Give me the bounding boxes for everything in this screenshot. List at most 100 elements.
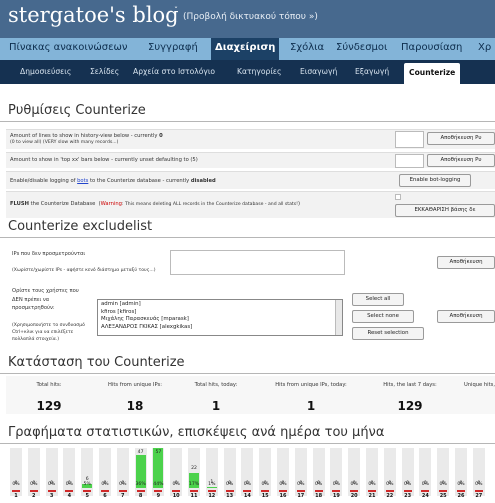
chevron-down-icon[interactable]: ˇ bbox=[174, 6, 178, 15]
day-tick-label: 4 bbox=[67, 493, 72, 499]
excluded-ips-textarea[interactable] bbox=[170, 250, 345, 275]
bar-column bbox=[383, 448, 396, 496]
bar-marker bbox=[403, 490, 412, 492]
stat-label: Unique hits, bbox=[463, 382, 495, 388]
menu-comments[interactable]: Σχόλια bbox=[290, 42, 324, 53]
day-tick-label: 18 bbox=[315, 493, 323, 499]
submenu-posts[interactable]: Δημοσιεύσεις bbox=[20, 67, 71, 76]
bar-percent-label: 0% bbox=[421, 482, 430, 487]
bar-value-label: 57 bbox=[155, 450, 162, 455]
stat-value: 1 bbox=[306, 399, 316, 413]
menu-more[interactable]: Χρ bbox=[478, 42, 491, 53]
save-users-button[interactable]: Αποθήκευση bbox=[437, 310, 495, 323]
menu-presentation[interactable]: Παρουσίαση bbox=[401, 42, 462, 53]
bots-link[interactable]: bots bbox=[77, 178, 88, 184]
list-item[interactable]: kfiros [kfiros] bbox=[101, 309, 339, 317]
bar-percent-label: 0% bbox=[439, 482, 447, 487]
bar-value-label: 22 bbox=[191, 466, 197, 471]
bar-marker bbox=[47, 490, 56, 492]
bar-marker bbox=[190, 490, 198, 492]
submenu-counterize[interactable]: Counterize bbox=[404, 63, 461, 84]
bar-column bbox=[45, 448, 58, 496]
enable-bot-logging-button[interactable]: Enable bot-logging bbox=[399, 174, 471, 187]
list-item[interactable]: admin [admin] bbox=[101, 301, 339, 309]
bar-marker bbox=[101, 490, 109, 492]
submenu-categories[interactable]: Κατηγορίες bbox=[237, 67, 281, 76]
submenu-pages[interactable]: Σελίδες bbox=[90, 67, 119, 76]
bar-percent-label: 17% bbox=[188, 482, 200, 487]
stat-value: 129 bbox=[36, 399, 62, 413]
flush-database-button[interactable]: ΕΚΚΑΘΑΡΙΣΗ βάσης δε bbox=[395, 204, 495, 217]
graphs-heading: Γραφήματα στατιστικών, επισκέψεις ανά ημ… bbox=[8, 425, 385, 440]
bar-marker bbox=[314, 490, 323, 492]
day-tick-label: 14 bbox=[243, 493, 251, 499]
bar-marker bbox=[332, 490, 341, 492]
history-lines-hint: (0 to view all) (VERY slow with many rec… bbox=[10, 140, 119, 145]
bar-column bbox=[401, 448, 414, 496]
bar-column bbox=[170, 448, 183, 496]
day-tick-label: 8 bbox=[138, 493, 143, 499]
save-history-button[interactable]: Αποθήκευση Ρυ bbox=[427, 132, 495, 145]
bar-marker bbox=[172, 490, 181, 492]
bar-percent-label: 0% bbox=[350, 482, 358, 487]
bar-marker bbox=[261, 490, 270, 492]
day-tick-label: 7 bbox=[121, 493, 125, 499]
excludelist-heading: Counterize excludelist bbox=[8, 219, 153, 234]
day-tick-label: 16 bbox=[279, 493, 287, 499]
day-tick-label: 9 bbox=[156, 493, 161, 499]
reset-selection-button[interactable]: Reset selection bbox=[352, 327, 424, 340]
bar-column bbox=[312, 448, 325, 496]
bar-percent-label: 0% bbox=[403, 482, 412, 487]
bar-marker bbox=[296, 490, 305, 492]
bar-percent-label: 44% bbox=[153, 482, 164, 487]
blog-title[interactable]: stergatoe's blog bbox=[8, 3, 179, 27]
flush-confirm-checkbox[interactable] bbox=[395, 194, 401, 200]
excluded-ips-hint: (Χωρίστε/χωρίστε IPs - αφήστε κενό διάστ… bbox=[12, 268, 156, 273]
divider bbox=[0, 121, 495, 122]
list-item[interactable]: Μιχάλης Παρασκευάς [mparask] bbox=[101, 316, 339, 324]
select-none-button[interactable]: Select none bbox=[352, 310, 414, 323]
submenu-import[interactable]: Εισαγωγή bbox=[300, 67, 337, 76]
day-tick-label: 23 bbox=[404, 493, 412, 499]
day-tick-label: 24 bbox=[421, 493, 429, 499]
day-tick-label: 5 bbox=[85, 493, 89, 499]
bar-marker bbox=[118, 490, 127, 492]
bar-percent-label: 5% bbox=[83, 482, 91, 487]
scrollbar[interactable] bbox=[335, 300, 342, 335]
bar-marker bbox=[65, 490, 74, 492]
topxx-input[interactable] bbox=[395, 154, 424, 168]
stat-value: 18 bbox=[126, 399, 144, 413]
menu-dashboard[interactable]: Πίνακας ανακοινώσεων bbox=[9, 42, 127, 53]
users-select[interactable]: admin [admin] kfiros [kfiros] Μιχάλης Πα… bbox=[97, 299, 343, 336]
bar-column bbox=[330, 448, 343, 496]
day-tick-label: 15 bbox=[261, 493, 269, 499]
save-topxx-button[interactable]: Αποθήκευση Ρυ bbox=[427, 154, 495, 167]
bar-column bbox=[259, 448, 272, 496]
view-site-link[interactable]: (Προβολή δικτυακού τόπου ») bbox=[183, 12, 318, 22]
bar-percent-label: 0% bbox=[30, 482, 38, 487]
bar bbox=[206, 487, 217, 488]
bar-percent-label: 0% bbox=[261, 482, 269, 487]
bar-marker bbox=[279, 490, 287, 492]
submenu-archives[interactable]: Αρχεία στο Ιστολόγιο bbox=[133, 67, 215, 76]
stats-panel: Total hits: 129 Hits from unique IPs: 18… bbox=[6, 376, 495, 414]
menu-write[interactable]: Συγγραφή bbox=[148, 42, 198, 53]
stat-label: Hits from unique IPs: bbox=[108, 382, 162, 388]
flush-label: FLUSH the Counterize Database (Warning: … bbox=[10, 201, 300, 207]
stat-label: Total hits, today: bbox=[194, 382, 238, 388]
list-item[interactable]: ΑΛΕΞΑΝΔΡΟΣ ΓΚΙΚΑΣ [alexgkikas] bbox=[101, 324, 339, 332]
bar-percent-label: 0% bbox=[12, 482, 20, 487]
day-tick-label: 19 bbox=[332, 493, 340, 499]
bar-marker bbox=[474, 490, 483, 492]
divider bbox=[0, 237, 495, 238]
select-all-button[interactable]: Select all bbox=[352, 293, 404, 306]
history-lines-input[interactable] bbox=[395, 131, 424, 148]
day-tick-label: 21 bbox=[368, 493, 376, 499]
bar-column bbox=[27, 448, 40, 496]
menu-links[interactable]: Σύνδεσμοι bbox=[336, 42, 387, 53]
bar-marker bbox=[350, 490, 359, 492]
submenu-export[interactable]: Εξαγωγή bbox=[355, 67, 389, 76]
settings-row-topxx: Amount to show in 'top xx' bars below - … bbox=[6, 152, 495, 168]
menu-manage[interactable]: Διαχείριση bbox=[211, 38, 280, 60]
save-ips-button[interactable]: Αποθήκευση bbox=[437, 256, 495, 269]
